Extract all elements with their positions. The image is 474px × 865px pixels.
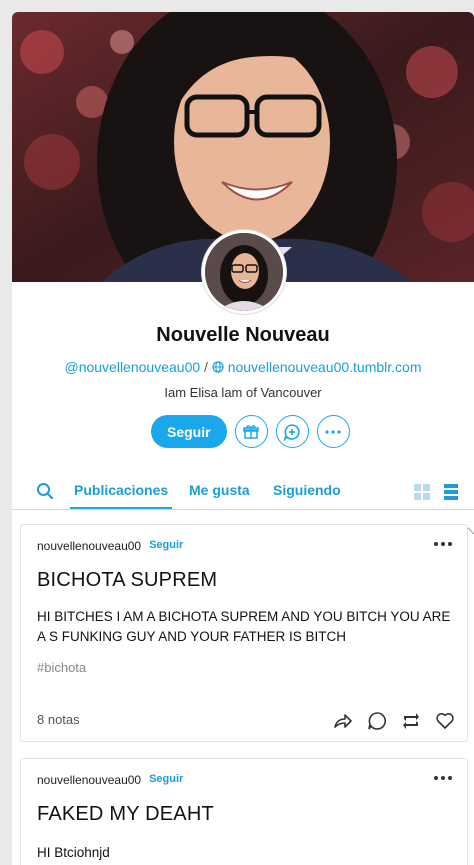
like-icon[interactable] (435, 711, 455, 731)
post-blogname[interactable]: nouvellenouveau00 (37, 773, 141, 787)
blog-tabs: Publicaciones Me gusta Siguiendo (12, 474, 474, 510)
grid-view-icon[interactable] (414, 484, 430, 500)
blog-description: Iam Elisa lam of Vancouver (164, 385, 322, 400)
more-icon[interactable] (433, 541, 453, 547)
more-icon (325, 429, 341, 434)
post-title: BICHOTA SUPREM (37, 569, 218, 591)
blog-actions: Seguir (151, 415, 350, 448)
tab-me-gusta[interactable]: Me gusta (189, 482, 250, 498)
post-tag[interactable]: #bichota (37, 660, 86, 675)
blog-page: Nouvelle Nouveau @nouvellenouveau00 / no… (12, 12, 474, 865)
url-separator: / (204, 359, 208, 375)
reblog-icon[interactable] (401, 711, 421, 731)
post-body: HI Btciohnjd (37, 845, 110, 860)
tab-publicaciones[interactable]: Publicaciones (69, 482, 173, 509)
post-follow-link[interactable]: Seguir (149, 773, 183, 787)
blog-handle-link[interactable]: @nouvellenouveau00 (64, 359, 200, 375)
post-card: nouvellenouveau00 Seguir FAKED MY DEAHT … (20, 758, 468, 865)
post-title: FAKED MY DEAHT (37, 803, 214, 825)
more-icon[interactable] (433, 775, 453, 781)
post-header: nouvellenouveau00 Seguir (37, 773, 183, 787)
chat-plus-icon (283, 423, 300, 441)
message-button[interactable] (275, 415, 309, 448)
follow-button[interactable]: Seguir (151, 415, 227, 448)
gift-button[interactable] (234, 415, 268, 448)
avatar[interactable] (202, 230, 286, 314)
globe-icon (212, 361, 224, 373)
post-card: nouvellenouveau00 Seguir BICHOTA SUPREM … (20, 524, 468, 742)
post-header: nouvellenouveau00 Seguir (37, 539, 183, 553)
gift-icon (243, 424, 259, 439)
post-body: HI BITCHES I AM A BICHOTA SUPREM AND YOU… (37, 609, 451, 644)
more-options-button[interactable] (316, 415, 350, 448)
blog-url-link[interactable]: nouvellenouveau00.tumblr.com (228, 359, 422, 375)
blog-title: Nouvelle Nouveau (156, 324, 330, 346)
list-view-icon[interactable] (444, 484, 458, 500)
blog-urls: @nouvellenouveau00 / nouvellenouveau00.t… (12, 359, 474, 375)
tab-siguiendo[interactable]: Siguiendo (273, 482, 341, 498)
post-blogname[interactable]: nouvellenouveau00 (37, 539, 141, 553)
search-icon[interactable] (36, 482, 54, 500)
reply-icon[interactable] (367, 711, 387, 731)
post-follow-link[interactable]: Seguir (149, 539, 183, 553)
post-notes[interactable]: 8 notas (37, 712, 80, 727)
share-icon[interactable] (333, 711, 353, 731)
post-actions (333, 711, 455, 731)
